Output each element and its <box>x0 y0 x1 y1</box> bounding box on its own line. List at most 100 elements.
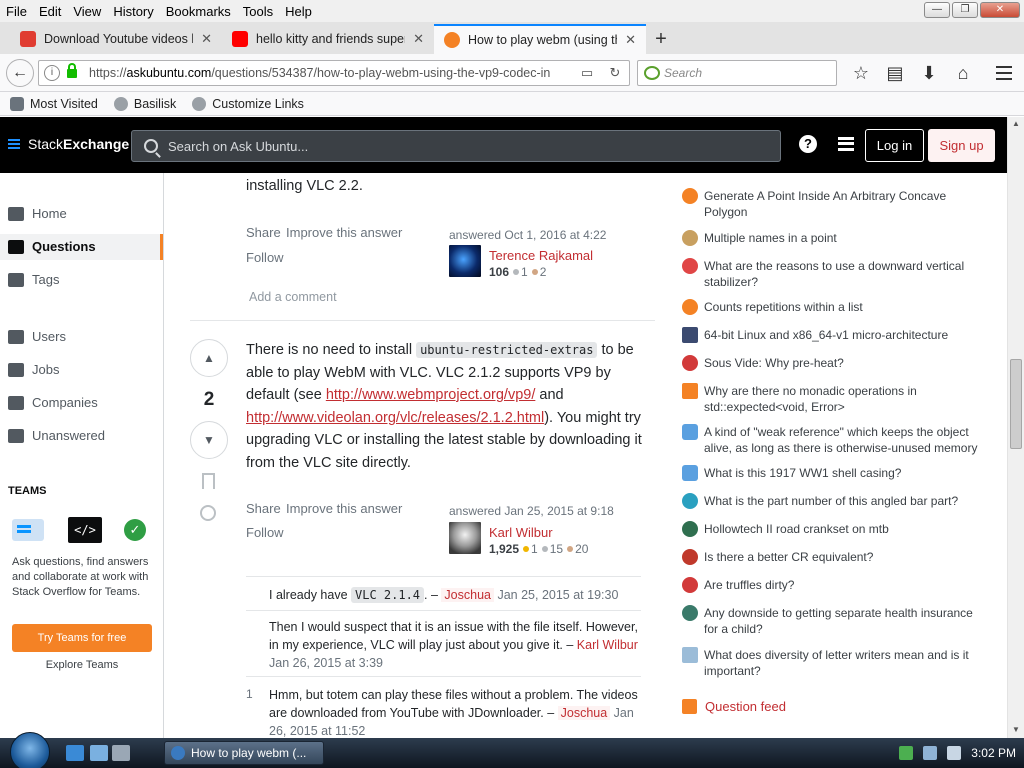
sidebar-item-companies[interactable]: Companies <box>8 395 98 410</box>
hot-question-item[interactable]: What is this 1917 WW1 shell casing? <box>682 465 982 481</box>
hot-question-title[interactable]: What are the reasons to use a downward v… <box>704 258 982 290</box>
ie-icon[interactable] <box>66 745 84 761</box>
hot-question-title[interactable]: Sous Vide: Why pre-heat? <box>704 355 844 371</box>
tab-youtube-download[interactable]: Download Youtube videos h ✕ <box>10 24 222 54</box>
comment-user-link[interactable]: Joschua <box>441 588 494 602</box>
hot-question-item[interactable]: Counts repetitions within a list <box>682 299 982 315</box>
help-icon[interactable]: ? <box>799 135 817 153</box>
url-bar[interactable]: i https://askubuntu.com/questions/534387… <box>38 60 630 86</box>
close-window-icon[interactable]: ✕ <box>980 2 1020 18</box>
user-name-link[interactable]: Terence Rajkamal <box>489 248 593 263</box>
site-menu-icon[interactable] <box>838 137 854 151</box>
scrollbar-thumb[interactable] <box>1010 359 1022 449</box>
share-link[interactable]: Share <box>246 501 281 516</box>
comment-user-link[interactable]: Joschua <box>557 706 611 720</box>
scroll-up-icon[interactable]: ▲ <box>1012 119 1020 128</box>
update-icon[interactable] <box>899 746 914 760</box>
info-icon[interactable]: i <box>44 65 60 81</box>
hot-question-item[interactable]: Is there a better CR equivalent? <box>682 549 982 565</box>
bookmark-basilisk[interactable]: Basilisk <box>113 96 176 111</box>
close-tab-icon[interactable]: ✕ <box>625 32 636 48</box>
sidebar-item-tags[interactable]: Tags <box>8 272 59 287</box>
hot-question-title[interactable]: Any downside to getting separate health … <box>704 605 982 637</box>
hot-question-item[interactable]: What does diversity of letter writers me… <box>682 647 982 679</box>
videolan-link[interactable]: http://www.videolan.org/vlc/releases/2.1… <box>246 410 544 426</box>
lock-icon[interactable] <box>67 62 77 78</box>
show-desktop-icon[interactable] <box>90 745 108 761</box>
volume-icon[interactable] <box>947 746 962 760</box>
menu-history[interactable]: History <box>107 4 159 19</box>
upvote-button[interactable]: ▲ <box>190 339 228 377</box>
maximize-icon[interactable]: ❐ <box>952 2 978 18</box>
url-text[interactable]: https://askubuntu.com/questions/534387/h… <box>89 66 573 80</box>
menu-edit[interactable]: Edit <box>33 4 67 19</box>
history-icon[interactable] <box>200 505 216 521</box>
bookmark-icon[interactable] <box>202 473 215 489</box>
taskbar-browser-item[interactable]: How to play webm (... <box>164 741 324 765</box>
hot-question-title[interactable]: A kind of "weak reference" which keeps t… <box>704 424 982 456</box>
download-icon[interactable]: ⬇ <box>912 62 946 84</box>
bookmark-most-visited[interactable]: Most Visited <box>10 96 98 111</box>
scroll-down-icon[interactable]: ▼ <box>1012 725 1020 734</box>
hot-question-title[interactable]: What is the part number of this angled b… <box>704 493 958 509</box>
back-icon[interactable]: ← <box>6 58 34 87</box>
reload-icon[interactable]: ↻ <box>601 65 629 81</box>
comment-date[interactable]: Jan 25, 2015 at 19:30 <box>497 588 618 602</box>
reader-view-icon[interactable]: ▭ <box>573 65 601 81</box>
follow-link[interactable]: Follow <box>246 250 284 265</box>
avatar[interactable] <box>449 245 481 277</box>
improve-answer-link[interactable]: Improve this answer <box>286 501 402 516</box>
close-tab-icon[interactable]: ✕ <box>201 31 212 47</box>
network-icon[interactable] <box>923 746 938 760</box>
page-scrollbar[interactable]: ▲ ▼ <box>1007 117 1024 738</box>
sidebar-item-users[interactable]: Users <box>8 329 66 344</box>
hot-question-title[interactable]: Are truffles dirty? <box>704 577 794 593</box>
downvote-button[interactable]: ▼ <box>190 421 228 459</box>
hot-question-title[interactable]: What does diversity of letter writers me… <box>704 647 982 679</box>
menu-tools[interactable]: Tools <box>237 4 279 19</box>
start-button[interactable] <box>10 732 50 768</box>
hot-question-title[interactable]: 64-bit Linux and x86_64-v1 micro-archite… <box>704 327 948 343</box>
hot-question-item[interactable]: 64-bit Linux and x86_64-v1 micro-archite… <box>682 327 982 343</box>
tab-askubuntu[interactable]: How to play webm (using th ✕ <box>434 24 646 54</box>
hot-question-item[interactable]: What is the part number of this angled b… <box>682 493 982 509</box>
hot-question-title[interactable]: Is there a better CR equivalent? <box>704 549 873 565</box>
hot-question-title[interactable]: Generate A Point Inside An Arbitrary Con… <box>704 188 982 220</box>
hot-question-item[interactable]: Generate A Point Inside An Arbitrary Con… <box>682 188 982 220</box>
bookmark-star-icon[interactable]: ☆ <box>844 62 878 84</box>
hot-question-item[interactable]: Multiple names in a point <box>682 230 982 246</box>
user-name-link[interactable]: Karl Wilbur <box>489 525 553 540</box>
follow-link[interactable]: Follow <box>246 525 284 540</box>
tab-hello-kitty[interactable]: hello kitty and friends super ✕ <box>222 24 434 54</box>
app-menu-icon[interactable] <box>996 66 1012 80</box>
hot-question-title[interactable]: Hollowtech II road crankset on mtb <box>704 521 889 537</box>
sidebar-item-unanswered[interactable]: Unanswered <box>8 428 105 443</box>
webmproject-link[interactable]: http://www.webmproject.org/vp9/ <box>326 387 536 403</box>
hot-question-title[interactable]: What is this 1917 WW1 shell casing? <box>704 465 901 481</box>
bookmark-customize-links[interactable]: Customize Links <box>192 96 304 111</box>
comment-user-link[interactable]: Karl Wilbur <box>577 638 638 652</box>
hot-question-title[interactable]: Why are there no monadic operations in s… <box>704 383 982 415</box>
hot-question-item[interactable]: Sous Vide: Why pre-heat? <box>682 355 982 371</box>
search-input[interactable]: Search <box>637 60 837 86</box>
hot-question-item[interactable]: What are the reasons to use a downward v… <box>682 258 982 290</box>
switch-windows-icon[interactable] <box>112 745 130 761</box>
hot-question-title[interactable]: Counts repetitions within a list <box>704 299 863 315</box>
comment-date[interactable]: Jan 26, 2015 at 3:39 <box>269 656 383 670</box>
share-link[interactable]: Share <box>246 225 281 240</box>
hot-question-item[interactable]: Hollowtech II road crankset on mtb <box>682 521 982 537</box>
sidebar-item-home[interactable]: Home <box>8 206 67 221</box>
avatar[interactable] <box>449 522 481 554</box>
try-teams-button[interactable]: Try Teams for free <box>12 624 152 652</box>
question-feed-link[interactable]: Question feed <box>682 699 786 714</box>
library-icon[interactable]: ▤ <box>878 62 912 84</box>
new-tab-icon[interactable]: + <box>646 24 676 54</box>
site-search-input[interactable]: Search on Ask Ubuntu... <box>131 130 781 162</box>
menu-bookmarks[interactable]: Bookmarks <box>160 4 237 19</box>
hot-question-item[interactable]: Are truffles dirty? <box>682 577 982 593</box>
minimize-icon[interactable]: — <box>924 2 950 18</box>
hot-question-item[interactable]: Why are there no monadic operations in s… <box>682 383 982 415</box>
hot-question-title[interactable]: Multiple names in a point <box>704 230 837 246</box>
sidebar-item-jobs[interactable]: Jobs <box>8 362 59 377</box>
signup-button[interactable]: Sign up <box>928 129 995 162</box>
